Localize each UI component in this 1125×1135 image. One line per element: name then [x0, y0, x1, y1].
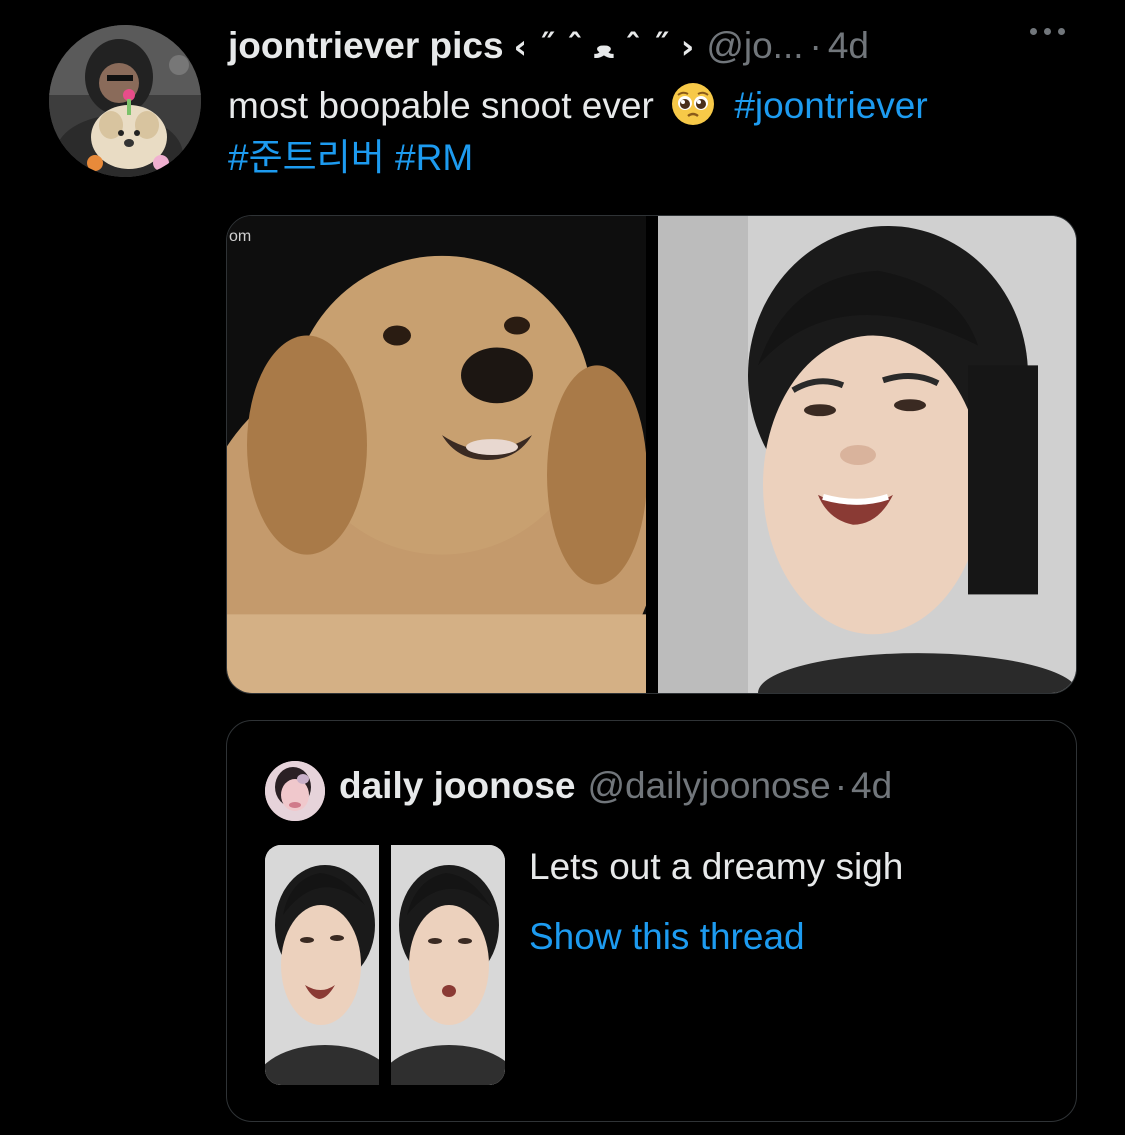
- quoted-timestamp[interactable]: 4d: [851, 765, 892, 807]
- hashtag-link[interactable]: #joontriever: [734, 85, 927, 126]
- person-photo[interactable]: [658, 216, 1076, 693]
- quoted-author-avatar[interactable]: [265, 761, 325, 821]
- hashtag-link[interactable]: #준트리버: [228, 137, 385, 178]
- more-options-icon[interactable]: [1030, 28, 1065, 35]
- quoted-author-name[interactable]: daily joonose: [339, 765, 575, 807]
- author-handle[interactable]: @jo...: [706, 25, 803, 67]
- separator-dot: ·: [809, 25, 822, 66]
- tweet-timestamp[interactable]: 4d: [828, 25, 869, 67]
- quoted-tweet[interactable]: daily joonose @dailyjoonose · 4d Lets ou…: [226, 720, 1077, 1122]
- quoted-author-handle[interactable]: @dailyjoonose: [587, 765, 830, 807]
- show-thread-link[interactable]: Show this thread: [529, 911, 805, 963]
- author-avatar[interactable]: [49, 25, 201, 177]
- tweet-body: most boopable snoot ever: [228, 85, 654, 126]
- tweet-header: joontriever pics ‹ ˝ ˆ ﻌ ˆ ˝ › @jo... · …: [228, 22, 869, 70]
- quoted-photo[interactable]: [391, 845, 505, 1085]
- author-name-decoration: ‹ ˝ ˆ ﻌ ˆ ˝ ›: [513, 26, 695, 66]
- tweet-text: most boopable snoot ever #joontriever #준…: [228, 80, 1098, 184]
- quoted-photo[interactable]: [265, 845, 379, 1085]
- quoted-tweet-text: Lets out a dreamy sigh: [529, 846, 904, 887]
- image-watermark: om: [229, 228, 252, 245]
- separator-dot: ·: [834, 765, 848, 806]
- puppy-photo[interactable]: om: [227, 216, 646, 693]
- pleading-face-emoji-icon: [672, 83, 715, 125]
- quoted-media[interactable]: [265, 845, 505, 1085]
- tweet-media[interactable]: om: [226, 215, 1077, 694]
- author-name[interactable]: joontriever pics: [228, 25, 504, 67]
- hashtag-link[interactable]: #RM: [395, 137, 473, 178]
- quoted-tweet-header: daily joonose @dailyjoonose · 4d: [339, 765, 892, 807]
